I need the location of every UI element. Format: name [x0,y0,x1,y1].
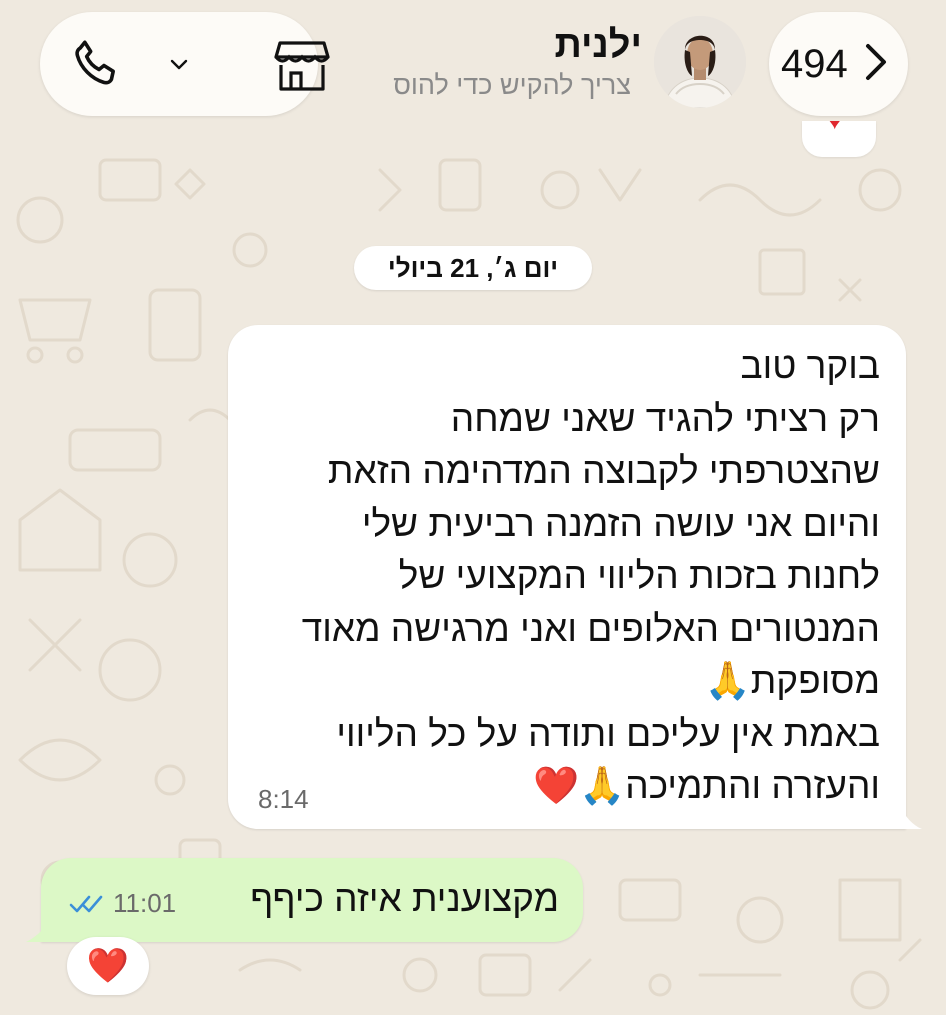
message-line: המנטורים האלופים ואני מרגישה מאוד [301,607,880,649]
message-line: מסופקת🙏 [704,660,880,701]
header-actions [40,12,330,116]
message-line: בוקר טוב [740,345,880,386]
message-line: באמת אין עליכם ותודה על כל הליווי [336,712,880,754]
chat-title[interactable]: ילנית [554,24,642,67]
message-line: והעזרה והתמיכה🙏❤️ [533,765,880,806]
chevron-left-icon [866,44,886,80]
incoming-message-time: 8:14 [258,784,309,814]
message-line: לחנות בזכות הליווי המקצועי של [398,555,880,596]
chat-subtitle[interactable]: צריך להקיש כדי להוס [393,70,631,101]
storefront-icon[interactable] [274,39,330,93]
outgoing-message-reaction[interactable]: ❤️ [67,937,149,995]
date-separator: יום ג׳, 21 ביולי [354,246,592,290]
incoming-message-bubble[interactable]: בוקר טוב רק רציתי להגיד שאני שמחה שהצטרפ… [228,325,906,829]
message-line: שהצטרפתי לקבוצה המדהימה הזאת [327,450,880,491]
read-receipt-icon [69,895,103,913]
chat-header: ילנית צריך להקיש כדי להוס 494 [0,0,946,135]
chevron-down-icon[interactable] [170,59,188,71]
outgoing-message-text: מקצוענית איזה כיףף [250,878,559,919]
outgoing-message-time: 11:01 [113,888,177,918]
message-line: רק רציתי להגיד שאני שמחה [450,397,880,439]
message-line: והיום אני עושה הזמנה רביעית שלי [361,502,880,544]
incoming-bubble-tail [900,807,922,829]
outgoing-bubble-tail [26,922,48,942]
unread-count: 494 [781,42,848,86]
incoming-message-text: בוקר טוב רק רציתי להגיד שאני שמחה שהצטרפ… [302,340,880,813]
back-button[interactable]: 494 [769,12,908,116]
outgoing-message-bubble[interactable]: מקצוענית איזה כיףף 11:01 [41,858,583,942]
contact-avatar[interactable] [654,16,746,108]
phone-icon[interactable] [70,36,124,90]
